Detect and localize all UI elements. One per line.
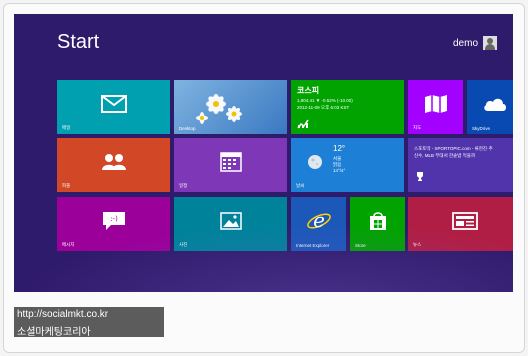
outer-frame: Start demo 메일 Desktop 코스피 1,904.41 ▼ -0.… xyxy=(0,0,528,356)
svg-text::-): :-) xyxy=(110,215,118,223)
tile-mail-label: 메일 xyxy=(62,125,71,130)
tile-skydrive-label: SkyDrive xyxy=(472,126,491,131)
tile-weather[interactable]: 12° 서울 맑음 14°/4° 날씨 xyxy=(291,138,404,192)
tile-store[interactable]: Store xyxy=(350,197,405,251)
caption-url: http://socialmkt.co.kr xyxy=(17,309,109,320)
tile-sports[interactable]: 스포토막 - SPORTOPIC.com - 류현진·추 신수, MLB 무대서… xyxy=(408,138,513,192)
photo-icon xyxy=(219,212,242,231)
sports-headline-2: 신수, MLB 무대서 한솥밥 먹을까 xyxy=(414,153,476,158)
tile-weather-label: 날씨 xyxy=(296,183,305,188)
chat-bubble-icon: :-) xyxy=(102,212,125,231)
tile-mail[interactable]: 메일 xyxy=(57,80,170,134)
tile-internet-explorer[interactable]: e Internet Explorer xyxy=(291,197,346,251)
user-account[interactable]: demo xyxy=(453,36,497,50)
svg-text:e: e xyxy=(313,209,325,232)
weather-temp: 12° xyxy=(333,144,346,153)
tile-ie-label: Internet Explorer xyxy=(296,243,330,248)
tile-people-label: 피플 xyxy=(62,183,71,188)
tile-news-label: 뉴스 xyxy=(413,242,422,247)
newspaper-icon xyxy=(451,212,478,231)
tile-store-label: Store xyxy=(355,243,366,248)
avatar xyxy=(483,36,497,50)
store-bag-icon xyxy=(369,212,386,231)
moon-icon xyxy=(308,155,322,169)
tile-messaging[interactable]: :-) 메시지 xyxy=(57,197,170,251)
finance-index: 1,904.41 ▼ -0.52% (-10.00) xyxy=(297,98,353,103)
tile-maps[interactable]: 지도 xyxy=(408,80,463,134)
watermark-caption: http://socialmkt.co.kr 소셜마케팅코리아 xyxy=(14,307,164,338)
calendar-icon xyxy=(219,152,242,173)
tile-finance[interactable]: 코스피 1,904.41 ▼ -0.52% (-10.00) 2012-11-0… xyxy=(291,80,404,134)
tile-photos[interactable]: 사진 xyxy=(174,197,287,251)
sports-headline-1: 스포토막 - SPORTOPIC.com - 류현진·추 xyxy=(414,146,493,151)
tile-messaging-label: 메시지 xyxy=(62,242,75,247)
mail-icon xyxy=(100,95,127,114)
ie-logo-icon: e xyxy=(306,209,331,232)
trophy-icon xyxy=(417,172,423,181)
weather-range: 14°/4° xyxy=(333,168,346,173)
tile-desktop[interactable]: Desktop xyxy=(174,80,287,134)
tile-skydrive[interactable]: SkyDrive xyxy=(467,80,513,134)
cloud-icon xyxy=(483,99,506,112)
tile-calendar[interactable]: 일정 xyxy=(174,138,287,192)
start-title: Start xyxy=(57,31,100,53)
tile-desktop-label: Desktop xyxy=(179,126,196,131)
user-name: demo xyxy=(452,37,478,49)
caption-name: 소셜마케팅코리아 xyxy=(17,327,91,338)
people-icon xyxy=(101,154,126,171)
map-icon xyxy=(424,95,447,114)
finance-title: 코스피 xyxy=(297,86,320,95)
tile-photos-label: 사진 xyxy=(179,242,188,247)
finance-chart-icon xyxy=(297,119,309,129)
tile-maps-label: 지도 xyxy=(413,125,422,130)
tile-people[interactable]: 피플 xyxy=(57,138,170,192)
finance-timestamp: 2012-11-09 오후 6:03 KST xyxy=(297,105,350,110)
start-screen: Start demo 메일 Desktop 코스피 1,904.41 ▼ -0.… xyxy=(14,14,513,292)
tile-news[interactable]: 뉴스 xyxy=(408,197,513,251)
tile-calendar-label: 일정 xyxy=(179,183,188,188)
